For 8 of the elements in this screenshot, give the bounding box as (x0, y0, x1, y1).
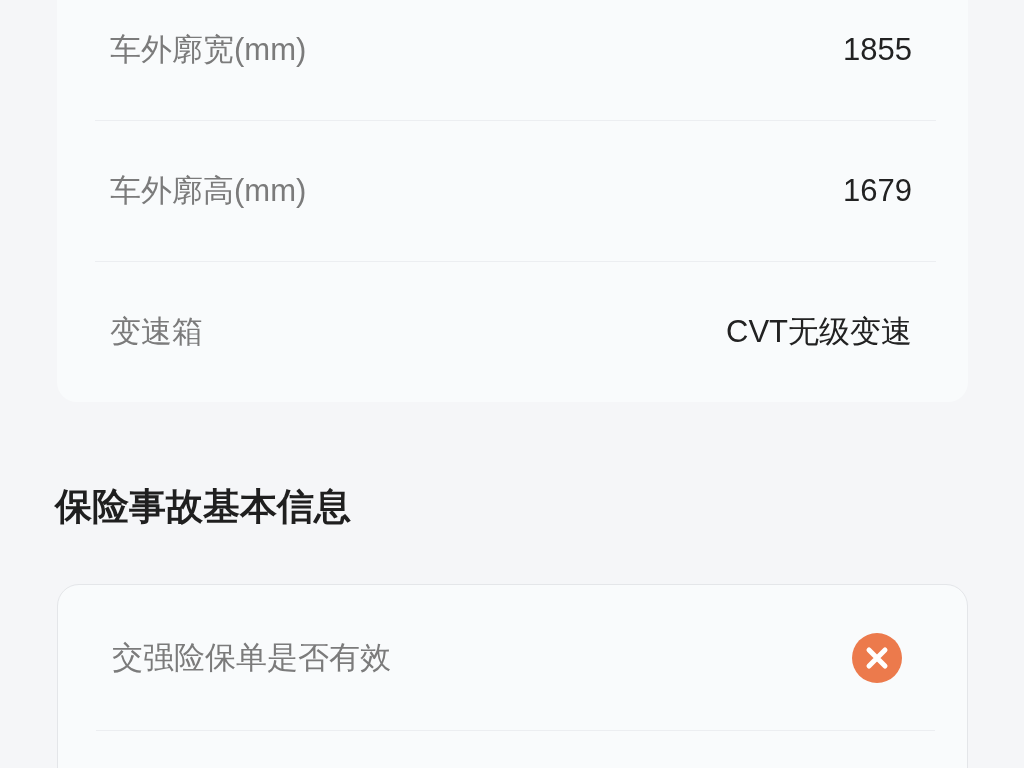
insurance-label: 交强险保单是否有效 (112, 638, 391, 677)
spec-value: 1855 (843, 32, 912, 68)
spec-value: CVT无级变速 (726, 313, 912, 351)
spec-label: 车外廓宽(mm) (110, 31, 307, 69)
spec-label: 变速箱 (110, 313, 203, 351)
spec-value: 1679 (843, 173, 912, 209)
spec-label: 车外廓高(mm) (110, 172, 307, 210)
section-title: 保险事故基本信息 (55, 485, 351, 529)
